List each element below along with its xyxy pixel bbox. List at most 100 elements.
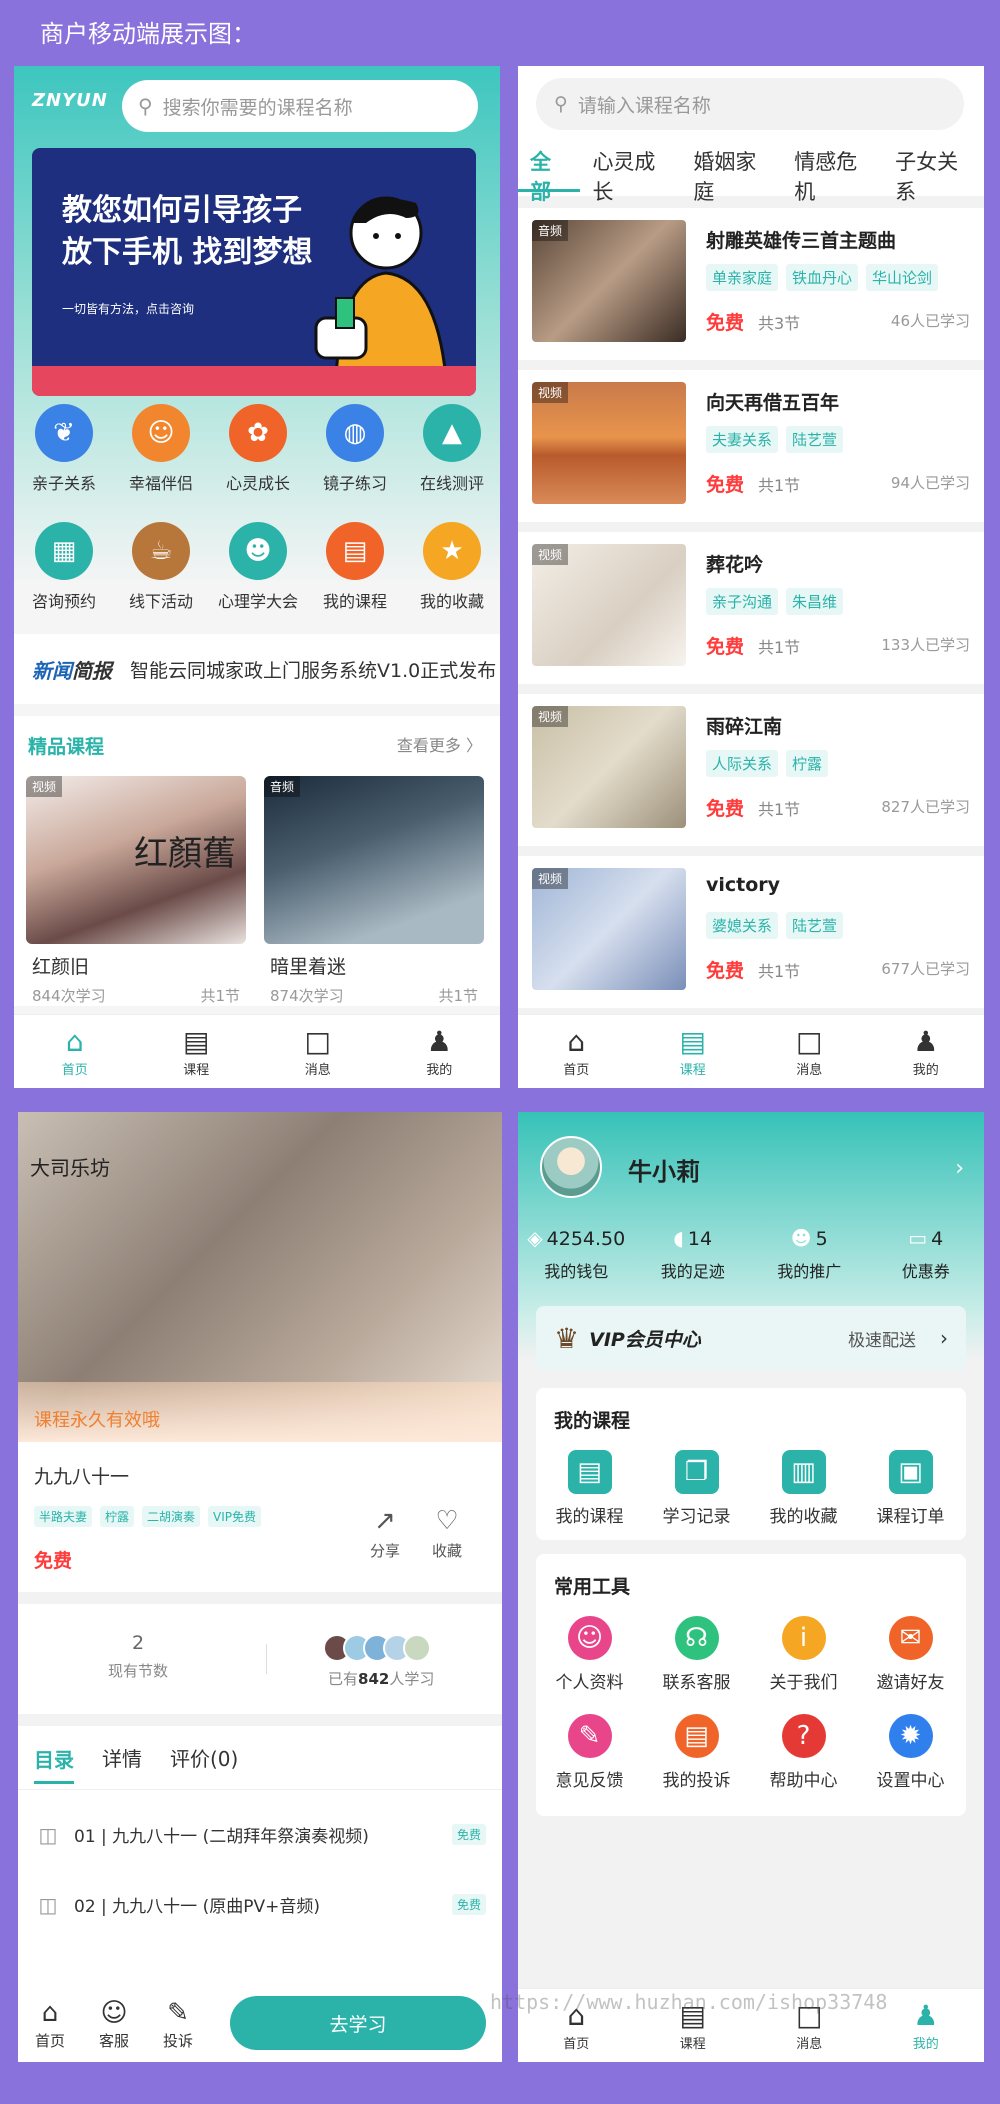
course-info: 九九八十一 半路夫妻 柠露 二胡演奏 VIP免费 免费 ↗ 分享 ♡ 收藏	[18, 1442, 502, 1592]
category-label: 线下活动	[128, 592, 193, 611]
course-card[interactable]: 音频 暗里着迷 874次学习 共1节	[264, 776, 484, 1006]
category-tab[interactable]: 子女关系	[883, 146, 984, 204]
category-tab[interactable]: 全部	[518, 146, 581, 204]
category-10[interactable]: ★ 我的收藏	[407, 522, 497, 612]
category-tab[interactable]: 婚姻家庭	[681, 146, 782, 204]
gear-icon: ✹	[888, 1714, 933, 1758]
category-2[interactable]: ☺ 幸福伴侣	[116, 404, 206, 494]
chevron-right-icon[interactable]: ›	[955, 1156, 964, 1181]
category-label: 我的收藏	[419, 592, 484, 611]
course-row[interactable]: 视频 向天再借五百年 夫妻关系 陆艺萱 免费 共1节 94人已学习	[518, 370, 984, 522]
complaint-button[interactable]: ✎ 投诉	[146, 1998, 210, 2051]
category-6[interactable]: ▦ 咨询预约	[19, 522, 109, 612]
share-button[interactable]: ↗ 分享	[370, 1506, 400, 1561]
category-4[interactable]: ◍ 镜子练习	[310, 404, 400, 494]
learn-count: 94人已学习	[890, 474, 970, 492]
tag: 亲子沟通	[706, 588, 779, 615]
video-watermark-brand: 大司乐坊	[30, 1156, 110, 1180]
news-tag: 新闻简报	[32, 658, 112, 683]
home-button[interactable]: ⌂ 首页	[18, 1998, 82, 2051]
category-tab[interactable]: 心灵成长	[580, 146, 681, 204]
vip-center-entry[interactable]: ♛ VIP会员中心 极速配送 ›	[536, 1306, 966, 1370]
tab-courses[interactable]: ▤ 课程	[136, 1015, 258, 1088]
category-5[interactable]: ▲ 在线测评	[407, 404, 497, 494]
bookmark-icon: ▥	[781, 1450, 826, 1494]
category-9[interactable]: ▤ 我的课程	[310, 522, 400, 612]
home-icon: ⌂	[567, 1025, 586, 1058]
price-free: 免费	[706, 636, 745, 658]
learner-count: 已有842人学习	[328, 1670, 435, 1688]
media-badge: 音频	[264, 776, 301, 797]
category-label: 我的课程	[322, 592, 387, 611]
tag: 单亲家庭	[706, 264, 779, 291]
tab-messages[interactable]: □ 消息	[751, 1015, 868, 1088]
tool-entry[interactable]: ▤ 我的投诉	[643, 1714, 750, 1791]
tab-home[interactable]: ⌂ 首页	[518, 1015, 635, 1088]
detail-tab[interactable]: 详情	[102, 1743, 142, 1772]
video-player[interactable]: 大司乐坊 课程永久有效哦	[18, 1112, 502, 1442]
stat-2[interactable]: ◖ 14 我的足迹	[635, 1226, 752, 1282]
tab-profile[interactable]: ♟ 我的	[868, 1015, 985, 1088]
category-tab[interactable]: 情感危机	[782, 146, 883, 204]
stat-1[interactable]: ◈ 4254.50 我的钱包	[518, 1226, 635, 1282]
page-caption: 商户移动端展示图：	[40, 20, 256, 48]
tool-entry[interactable]: ✎ 意见反馈	[536, 1714, 643, 1791]
media-badge: 视频	[532, 544, 569, 565]
course-name: 暗里着迷	[270, 956, 347, 978]
tool-entry[interactable]: i 关于我们	[750, 1616, 857, 1693]
my-course-entry[interactable]: ▤ 我的课程	[536, 1450, 643, 1527]
news-ticker[interactable]: 新闻简报 智能云同城家政上门服务系统V1.0正式发布	[14, 634, 500, 704]
lesson-row[interactable]: ◫ 01 | 九九八十一 (二胡拜年祭演奏视频) 免费	[34, 1822, 486, 1847]
tab-messages[interactable]: □ 消息	[257, 1015, 379, 1088]
course-row[interactable]: 视频 葬花吟 亲子沟通 朱昌维 免费 共1节 133人已学习	[518, 532, 984, 684]
tab-profile[interactable]: ♟ 我的	[379, 1015, 501, 1088]
stat-4[interactable]: ▭ 4 优惠券	[868, 1226, 985, 1282]
tag: VIP免费	[208, 1506, 262, 1527]
avatar[interactable]	[540, 1136, 602, 1198]
detail-tab[interactable]: 目录	[34, 1744, 74, 1784]
tool-entry[interactable]: ? 帮助中心	[750, 1714, 857, 1791]
collect-button[interactable]: ♡ 收藏	[432, 1506, 462, 1561]
detail-bottom-bar: ⌂ 首页 ☺ 客服 ✎ 投诉 去学习	[18, 1986, 502, 2062]
category-1[interactable]: ❦ 亲子关系	[19, 404, 109, 494]
course-row[interactable]: 视频 victory 婆媳关系 陆艺萱 免费 共1节 677人已学习	[518, 856, 984, 1008]
tool-entry[interactable]: ✹ 设置中心	[857, 1714, 964, 1791]
entry-label: 我的收藏	[769, 1507, 838, 1527]
profile-icon: ☺	[567, 1616, 612, 1660]
see-more-link[interactable]: 查看更多 〉	[397, 732, 482, 756]
category-8[interactable]: ☻ 心理学大会	[213, 522, 303, 612]
course-search-input[interactable]: ⚲ 请输入课程名称	[536, 78, 964, 130]
course-row[interactable]: 音频 射雕英雄传三首主题曲 单亲家庭 铁血丹心 华山论剑 免费 共3节 46人已学习	[518, 208, 984, 360]
course-row[interactable]: 视频 雨碎江南 人际关系 柠露 免费 共1节 827人已学习	[518, 694, 984, 846]
my-course-entry[interactable]: ▥ 我的收藏	[750, 1450, 857, 1527]
tab-home[interactable]: ⌂ 首页	[14, 1015, 136, 1088]
tool-entry[interactable]: ☺ 个人资料	[536, 1616, 643, 1693]
learn-count: 874次学习	[270, 987, 344, 1005]
category-3[interactable]: ✿ 心灵成长	[213, 404, 303, 494]
service-button[interactable]: ☺ 客服	[82, 1998, 146, 2051]
detail-tab[interactable]: 评价(0)	[170, 1743, 238, 1772]
start-learning-button[interactable]: 去学习	[230, 1996, 486, 2050]
tab-courses[interactable]: ▤ 课程	[635, 1015, 752, 1088]
watermark-url: https://www.huzhan.com/ishop33748	[490, 1990, 888, 2014]
media-badge: 视频	[532, 868, 569, 889]
learn-count: 844次学习	[32, 987, 106, 1005]
course-card[interactable]: 视频 红顏舊 红颜旧 844次学习 共1节	[26, 776, 246, 1006]
chevron-right-icon: ›	[940, 1326, 948, 1350]
entry-label: 学习记录	[662, 1507, 731, 1527]
category-7[interactable]: ☕ 线下活动	[116, 522, 206, 612]
tool-entry[interactable]: ☊ 联系客服	[643, 1616, 750, 1693]
search-input[interactable]: ⚲ 搜索你需要的课程名称	[122, 80, 478, 132]
stat-number: 5	[815, 1228, 828, 1250]
graduation-icon: ▲	[423, 404, 481, 462]
lesson-row[interactable]: ◫ 02 | 九九八十一 (原曲PV+音频) 免费	[34, 1892, 486, 1917]
section-title: 精品课程	[28, 736, 105, 758]
tool-entry[interactable]: ✉ 邀请好友	[857, 1616, 964, 1693]
promo-banner[interactable]: 教您如何引导孩子 放下手机 找到梦想 一切皆有方法，点击咨询	[32, 148, 476, 396]
book-icon: ▤	[679, 1025, 706, 1058]
info-icon: i	[781, 1616, 826, 1660]
stat-3[interactable]: ☻ 5 我的推广	[751, 1226, 868, 1282]
course-tags: 单亲家庭 铁血丹心 华山论剑	[706, 264, 939, 291]
my-course-entry[interactable]: ❐ 学习记录	[643, 1450, 750, 1527]
my-course-entry[interactable]: ▣ 课程订单	[857, 1450, 964, 1527]
